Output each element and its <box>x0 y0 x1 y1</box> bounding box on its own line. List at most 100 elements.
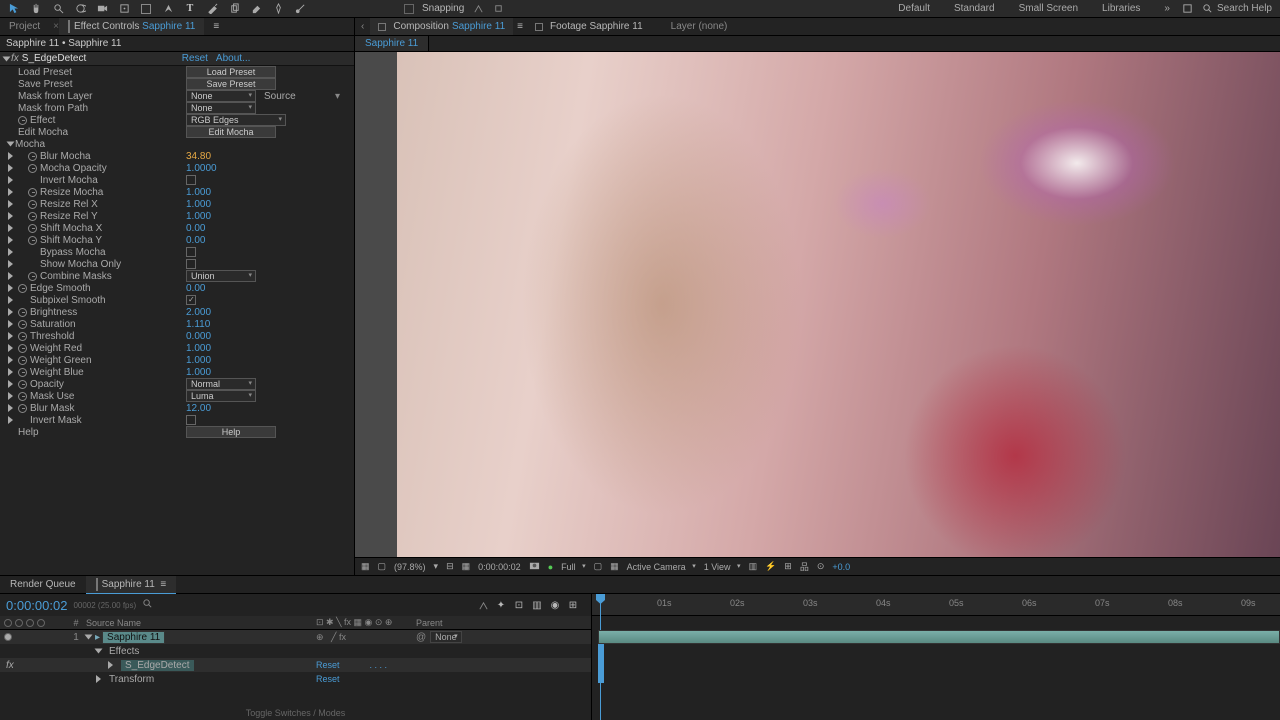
camera-dropdown[interactable]: Active Camera <box>627 562 696 572</box>
stopwatch-icon[interactable] <box>18 344 27 353</box>
param-checkbox[interactable] <box>186 175 196 185</box>
transform-disclosure-icon[interactable] <box>96 675 101 683</box>
param-value[interactable]: 0.00 <box>186 283 205 294</box>
effect-disclosure-icon[interactable] <box>3 56 11 61</box>
time-readout[interactable]: 0:00:00:02 <box>478 562 521 572</box>
fast-preview-icon[interactable]: ⚡ <box>765 561 776 572</box>
workspace-small[interactable]: Small Screen <box>1007 0 1090 17</box>
timeline-area[interactable]: 01s02s03s04s05s06s07s08s09s <box>592 594 1280 720</box>
workspace-standard[interactable]: Standard <box>942 0 1007 17</box>
stopwatch-icon[interactable] <box>18 308 27 317</box>
lock-col-icon[interactable] <box>37 619 45 627</box>
channel-icon[interactable]: ▦ <box>462 561 471 572</box>
draft3d-icon[interactable]: ✦ <box>495 599 507 611</box>
effects-disclosure-icon[interactable] <box>95 649 103 654</box>
workspace-default[interactable]: Default <box>886 0 942 17</box>
brush-tool-icon[interactable] <box>206 3 218 15</box>
stopwatch-icon[interactable] <box>18 380 27 389</box>
roto-tool-icon[interactable] <box>272 3 284 15</box>
param-checkbox[interactable] <box>186 259 196 269</box>
stopwatch-icon[interactable] <box>18 356 27 365</box>
param-value[interactable]: 1.0000 <box>186 163 217 174</box>
param-disclosure-icon[interactable] <box>8 416 13 424</box>
param-disclosure-icon[interactable] <box>8 380 13 388</box>
clone-tool-icon[interactable] <box>228 3 240 15</box>
stopwatch-icon[interactable] <box>18 332 27 341</box>
param-value[interactable]: 1.000 <box>186 355 211 366</box>
composition-viewer[interactable] <box>355 52 1280 557</box>
puppet-tool-icon[interactable] <box>294 3 306 15</box>
stopwatch-icon[interactable] <box>28 188 37 197</box>
transform-reset[interactable]: Reset <box>316 674 340 684</box>
workspace-libraries[interactable]: Libraries <box>1090 0 1152 17</box>
camera-tool-icon[interactable] <box>96 3 108 15</box>
res-halve-icon[interactable]: ⊟ <box>446 561 454 572</box>
stopwatch-icon[interactable] <box>28 272 37 281</box>
param-dropdown[interactable]: Normal <box>186 378 256 390</box>
param-value[interactable]: 0.00 <box>186 223 205 234</box>
param-checkbox[interactable] <box>186 247 196 257</box>
stopwatch-icon[interactable] <box>28 164 37 173</box>
transparency-icon[interactable]: ▦ <box>610 561 619 572</box>
layer-effect-name[interactable]: S_EdgeDetect <box>121 660 194 671</box>
footage-tab[interactable]: Footage Sapphire 11 <box>527 18 651 35</box>
sync-settings-icon[interactable] <box>1182 3 1194 15</box>
zoom-readout[interactable]: (97.8%) <box>394 562 426 572</box>
pixel-aspect-icon[interactable]: ▥ <box>749 561 758 572</box>
layer-effect-options[interactable]: . . . . <box>370 660 388 670</box>
param-disclosure-icon[interactable] <box>8 392 13 400</box>
solo-col-icon[interactable] <box>26 619 34 627</box>
param-disclosure-icon[interactable] <box>8 272 13 280</box>
stopwatch-icon[interactable] <box>28 236 37 245</box>
param-disclosure-icon[interactable] <box>8 152 13 160</box>
timeline-link-icon[interactable]: ⊞ <box>784 561 792 572</box>
layer-name[interactable]: Sapphire 11 <box>102 631 165 644</box>
orbit-tool-icon[interactable] <box>74 3 86 15</box>
param-disclosure-icon[interactable] <box>8 308 13 316</box>
pen-tool-icon[interactable] <box>162 3 174 15</box>
param-value[interactable]: 2.000 <box>186 307 211 318</box>
layer-bar[interactable] <box>598 630 1280 644</box>
load-preset-button[interactable]: Load Preset <box>186 66 276 78</box>
roi-icon[interactable]: ▢ <box>594 561 603 572</box>
comp-mini-flowchart-icon[interactable] <box>477 599 489 611</box>
effect-type-dropdown[interactable]: RGB Edges <box>186 114 286 126</box>
edit-mocha-button[interactable]: Edit Mocha <box>186 126 276 138</box>
hide-shy-icon[interactable]: ⊡ <box>513 599 525 611</box>
param-disclosure-icon[interactable] <box>8 320 13 328</box>
snap-opt2-icon[interactable] <box>492 3 504 15</box>
stopwatch-icon[interactable] <box>18 284 27 293</box>
project-tab[interactable]: Project <box>0 18 49 35</box>
layer-effect-disclosure-icon[interactable] <box>108 661 113 669</box>
param-dropdown[interactable]: Union <box>186 270 256 282</box>
param-disclosure-icon[interactable] <box>8 284 13 292</box>
param-dropdown[interactable]: Luma <box>186 390 256 402</box>
param-disclosure-icon[interactable] <box>8 164 13 172</box>
param-disclosure-icon[interactable] <box>8 356 13 364</box>
exposure-readout[interactable]: +0.0 <box>832 562 850 572</box>
composition-tab[interactable]: Composition Sapphire 11 <box>370 18 513 35</box>
param-value[interactable]: 1.000 <box>186 199 211 210</box>
stopwatch-icon[interactable] <box>18 320 27 329</box>
timeline-search-icon[interactable] <box>142 598 153 612</box>
param-disclosure-icon[interactable] <box>8 368 13 376</box>
effect-about-link[interactable]: About... <box>216 53 250 64</box>
parent-pickwhip-icon[interactable]: @ <box>416 632 426 643</box>
param-value[interactable]: 34.80 <box>186 151 211 162</box>
param-value[interactable]: 1.000 <box>186 187 211 198</box>
fx-enabled-icon[interactable]: fx <box>6 660 14 671</box>
panel-menu-icon[interactable]: ≡ <box>204 18 228 35</box>
param-disclosure-icon[interactable] <box>8 248 13 256</box>
workspace-overflow-icon[interactable]: » <box>1152 0 1182 17</box>
graph-editor-icon[interactable]: ⊞ <box>567 599 579 611</box>
resolution-dropdown[interactable]: Full <box>561 562 586 572</box>
mask-layer-dropdown[interactable]: None <box>186 90 256 102</box>
comp-nav-back-icon[interactable]: ‹ <box>355 21 370 32</box>
param-checkbox[interactable] <box>186 295 196 305</box>
eraser-tool-icon[interactable] <box>250 3 262 15</box>
parent-dropdown[interactable]: None <box>430 631 462 643</box>
snapshot-icon[interactable] <box>529 560 540 573</box>
rect-tool-icon[interactable] <box>140 3 152 15</box>
text-tool-icon[interactable]: T <box>184 3 196 15</box>
video-col-icon[interactable] <box>4 619 12 627</box>
